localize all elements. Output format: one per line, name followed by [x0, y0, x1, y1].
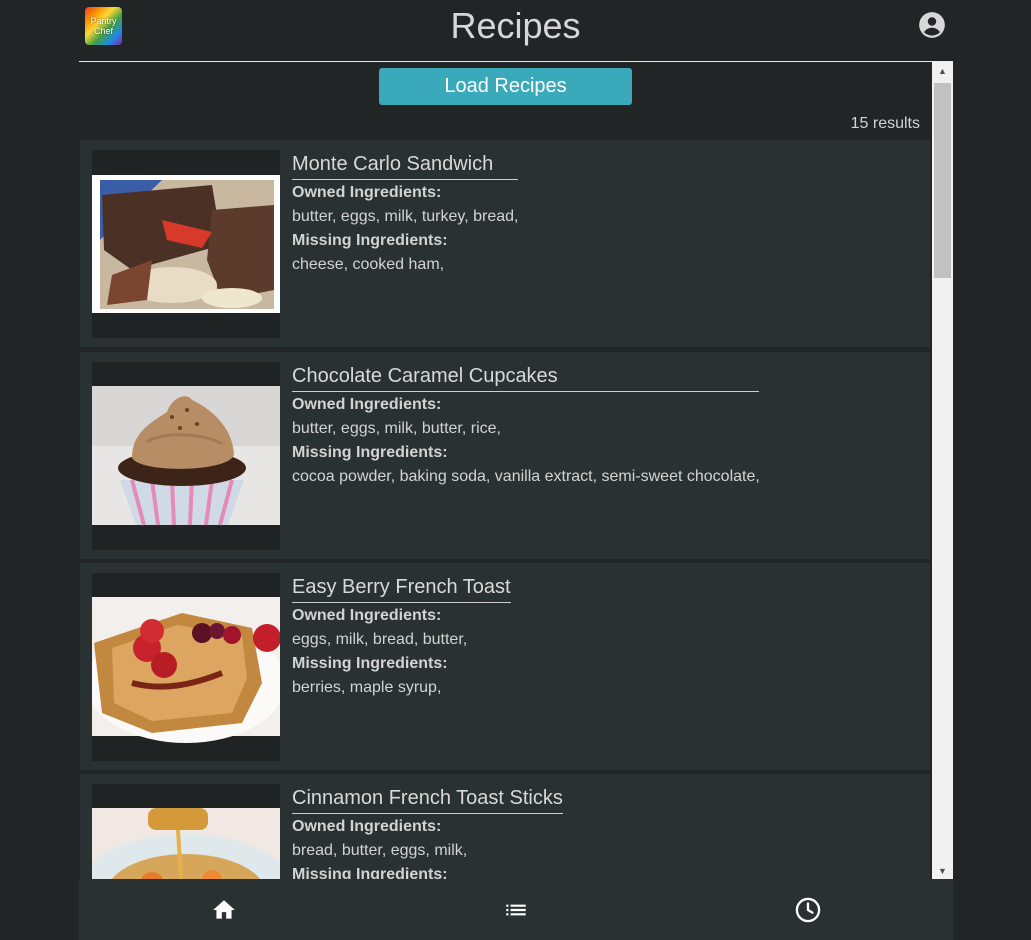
scrollbar[interactable]: ▲ ▼: [932, 62, 953, 879]
recipe-title[interactable]: Easy Berry French Toast: [292, 576, 511, 603]
recipe-card[interactable]: Chocolate Caramel Cupcakes Owned Ingredi…: [80, 352, 930, 559]
recipe-card[interactable]: Easy Berry French Toast Owned Ingredient…: [80, 563, 930, 770]
scroll-down-arrow-icon[interactable]: ▼: [932, 862, 953, 879]
missing-ingredients: berries, maple syrup,: [292, 679, 442, 696]
recipe-image: [92, 362, 280, 550]
missing-ingredients-label: Missing Ingredients:: [292, 444, 448, 461]
list-icon: [506, 904, 526, 916]
nav-home-button[interactable]: [209, 895, 239, 925]
recipe-list-panel[interactable]: Load Recipes 15 results Monte Carlo Sand…: [79, 62, 932, 879]
recipe-title[interactable]: Chocolate Caramel Cupcakes: [292, 365, 759, 392]
scroll-up-arrow-icon[interactable]: ▲: [932, 62, 953, 79]
missing-ingredients: cheese, cooked ham,: [292, 256, 445, 273]
load-recipes-button[interactable]: Load Recipes: [379, 68, 632, 105]
recipe-image: [92, 573, 280, 761]
nav-history-button[interactable]: [793, 895, 823, 925]
account-circle-icon: [919, 12, 945, 38]
page-title: Recipes: [450, 5, 581, 46]
nav-list-button[interactable]: [501, 895, 531, 925]
owned-ingredients: butter, eggs, milk, turkey, bread,: [292, 208, 519, 225]
missing-ingredients: cocoa powder, baking soda, vanilla extra…: [292, 468, 760, 485]
recipe-card[interactable]: Monte Carlo Sandwich Owned Ingredients: …: [80, 140, 930, 347]
owned-ingredients-label: Owned Ingredients:: [292, 184, 442, 201]
clock-icon: [795, 897, 821, 923]
owned-ingredients-label: Owned Ingredients:: [292, 818, 442, 835]
scrollbar-thumb[interactable]: [934, 83, 951, 278]
owned-ingredients-label: Owned Ingredients:: [292, 607, 442, 624]
recipe-card[interactable]: Cinnamon French Toast Sticks Owned Ingre…: [80, 774, 930, 879]
recipe-title[interactable]: Cinnamon French Toast Sticks: [292, 787, 563, 814]
owned-ingredients: bread, butter, eggs, milk,: [292, 842, 468, 859]
recipe-image: [92, 150, 280, 338]
recipe-image: [92, 784, 280, 879]
owned-ingredients: butter, eggs, milk, butter, rice,: [292, 420, 501, 437]
bottom-navigation: [79, 879, 953, 940]
account-button[interactable]: [918, 11, 946, 39]
missing-ingredients-label: Missing Ingredients:: [292, 655, 448, 672]
owned-ingredients-label: Owned Ingredients:: [292, 396, 442, 413]
results-count: 15 results: [850, 115, 920, 132]
owned-ingredients: eggs, milk, bread, butter,: [292, 631, 468, 648]
missing-ingredients-label: Missing Ingredients:: [292, 866, 448, 879]
missing-ingredients-label: Missing Ingredients:: [292, 232, 448, 249]
home-icon: [213, 900, 235, 919]
recipe-title[interactable]: Monte Carlo Sandwich: [292, 153, 518, 180]
